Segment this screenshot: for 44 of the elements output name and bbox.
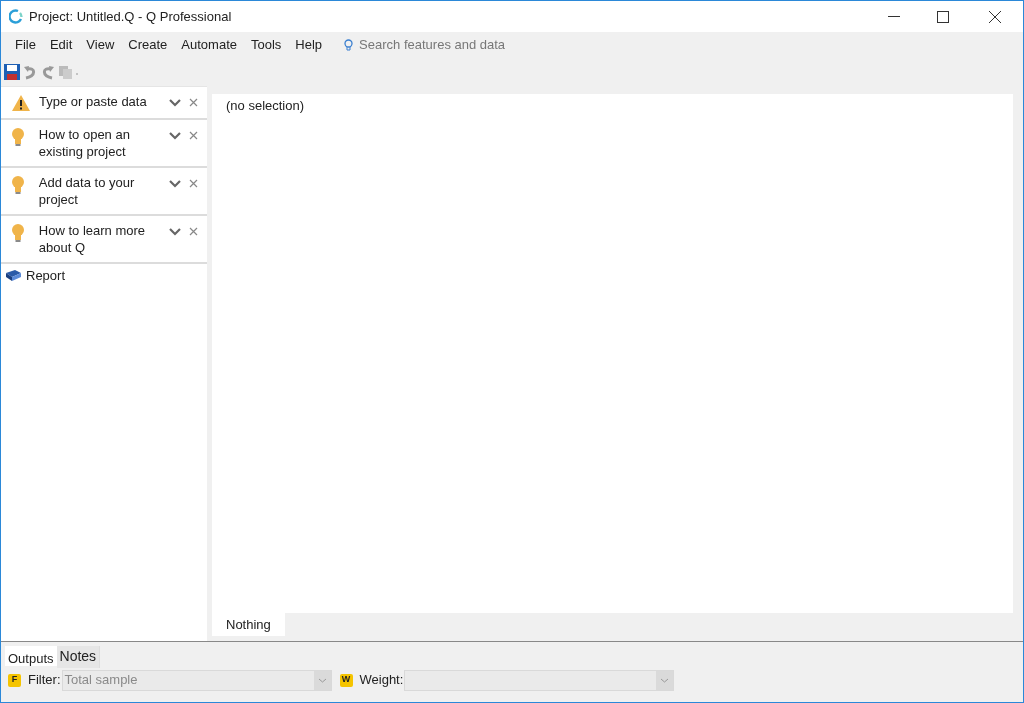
tip-text: Add data to your project — [38, 174, 136, 208]
tip-text: Type or paste data — [39, 93, 147, 110]
caret-icon — [313, 670, 331, 690]
tip-text: How to open an existing project — [38, 126, 131, 160]
tip-card[interactable]: Add data to your project — [1, 168, 207, 216]
selection-status: (no selection) — [226, 98, 305, 113]
menu-item[interactable]: Tools — [251, 35, 282, 55]
tip-text: How to learn more about Q — [38, 222, 147, 256]
weight-label: Weight: — [359, 671, 404, 690]
tip-card[interactable]: How to open an existing project — [1, 120, 207, 168]
warning-icon — [11, 94, 31, 112]
output-tab[interactable]: Nothing — [212, 613, 285, 636]
dropdown-value: Total sample — [63, 671, 139, 690]
lightbulb-icon — [11, 223, 25, 243]
bottom-tab[interactable]: Notes — [56, 646, 101, 668]
chevron-down-icon[interactable] — [169, 98, 181, 107]
tree-item[interactable]: Report — [1, 264, 207, 288]
menu-item[interactable]: Automate — [181, 35, 237, 55]
minimize-icon[interactable] — [888, 15, 900, 18]
filter-label: Filter: — [28, 671, 61, 690]
tip-card[interactable]: Type or paste data — [1, 87, 207, 120]
close-icon[interactable] — [989, 10, 1001, 23]
weight-badge: W — [339, 673, 353, 687]
lightbulb-icon — [344, 39, 354, 51]
menu-item[interactable]: File — [15, 35, 36, 55]
menu-item[interactable]: View — [86, 35, 115, 55]
tip-card[interactable]: How to learn more about Q — [1, 216, 207, 264]
menu-item[interactable]: Help — [295, 35, 323, 55]
chevron-down-icon[interactable] — [169, 131, 181, 140]
window-title: Project: Untitled.Q - Q Professional — [29, 7, 232, 26]
lightbulb-icon — [11, 127, 25, 147]
app-logo-icon — [9, 8, 23, 25]
maximize-icon[interactable] — [937, 10, 949, 23]
chevron-down-icon[interactable] — [169, 227, 181, 236]
lightbulb-icon — [11, 175, 25, 195]
chevron-down-icon[interactable] — [169, 179, 181, 188]
save-icon[interactable] — [4, 64, 20, 80]
caret-icon — [656, 670, 674, 690]
menu-item[interactable]: Create — [128, 35, 168, 55]
bottom-tab[interactable]: Outputs — [5, 646, 57, 666]
filter-badge: F — [8, 673, 21, 687]
search-field[interactable]: Search features and data — [344, 35, 530, 55]
menu-item[interactable]: Edit — [49, 35, 73, 55]
book-icon — [5, 269, 22, 283]
